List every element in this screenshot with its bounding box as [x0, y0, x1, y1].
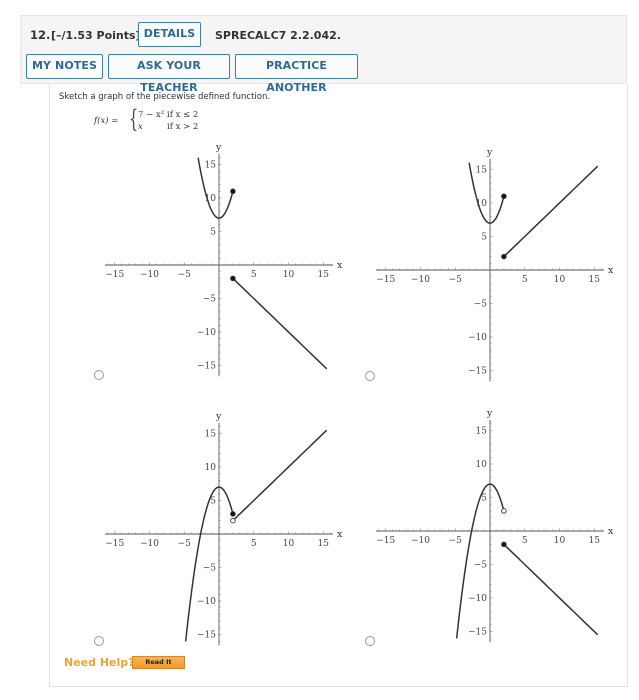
x-axis-label: x — [337, 260, 343, 271]
radio-option-3[interactable] — [94, 636, 104, 646]
y-tick-label: −15 — [197, 362, 216, 372]
x-tick-label: 5 — [522, 275, 528, 285]
y-tick-label: 15 — [476, 166, 488, 176]
closed-endpoint — [501, 253, 507, 260]
y-tick-label: −5 — [474, 561, 488, 571]
y-tick-label: −15 — [468, 628, 487, 638]
x-tick-label: 5 — [251, 539, 257, 549]
y-tick-label: −15 — [468, 367, 487, 377]
x-tick-label: 10 — [283, 270, 295, 280]
y-tick-label: 15 — [205, 161, 217, 171]
graph-option-1: −15 −10 −5 5 10 15 −15 −10 −5 5 10 15 x y −15 −10 −5 5 10 1… — [105, 142, 614, 646]
y-axis-label: y — [486, 147, 493, 158]
x-tick-label: −5 — [178, 270, 192, 280]
x-tick-label: −15 — [376, 536, 395, 546]
x-tick-label: 15 — [318, 270, 330, 280]
x-tick-label: 15 — [589, 536, 601, 546]
radio-option-1[interactable] — [94, 370, 104, 380]
graph-3: −15 −10 −5 5 10 15 −15 −10 −5 5 10 15 x y — [105, 411, 343, 646]
x-tick-label: 5 — [522, 536, 528, 546]
x-tick-label: −15 — [376, 275, 395, 285]
y-tick-label: 15 — [205, 430, 217, 440]
y-tick-label: −10 — [468, 594, 487, 604]
x-tick-label: −5 — [449, 275, 463, 285]
read-it-button[interactable]: Read It — [132, 656, 185, 669]
graph-4: −15 −10 −5 5 10 15 −15 −10 −5 5 10 15 x y — [376, 408, 614, 643]
x-tick-label: 15 — [318, 539, 330, 549]
y-tick-label: −5 — [474, 300, 488, 310]
closed-endpoint — [501, 193, 507, 200]
closed-endpoint — [230, 188, 236, 195]
closed-endpoint — [230, 511, 236, 517]
y-tick-label: −10 — [197, 328, 216, 338]
x-axis-label: x — [608, 526, 614, 537]
y-tick-label: 5 — [481, 233, 487, 243]
y-axis-label: y — [215, 142, 222, 153]
y-tick-label: 5 — [210, 228, 216, 238]
graph-1: −15 −10 −5 5 10 15−15−10−551015xy — [105, 142, 343, 377]
curve-piece-2 — [503, 543, 599, 636]
radio-option-2[interactable] — [365, 371, 375, 381]
y-tick-label: −5 — [203, 295, 217, 305]
y-tick-label: 5 — [210, 497, 216, 507]
y-tick-label: 15 — [476, 427, 488, 437]
x-tick-label: 10 — [283, 539, 295, 549]
y-tick-label: 5 — [481, 494, 487, 504]
y-tick-label: 10 — [476, 460, 488, 470]
closed-endpoint — [230, 275, 236, 282]
curve-piece-2 — [232, 277, 328, 370]
x-tick-label: 15 — [589, 275, 601, 285]
x-tick-label: −5 — [178, 539, 192, 549]
x-tick-label: −15 — [105, 270, 124, 280]
x-tick-label: 10 — [554, 275, 566, 285]
y-tick-label: −10 — [197, 597, 216, 607]
graph-2: −15 −10 −5 5 10 15−15−10−551015xy — [376, 147, 614, 382]
y-tick-label: −5 — [203, 564, 217, 574]
curve-piece-2 — [503, 165, 599, 258]
y-tick-label: −10 — [468, 333, 487, 343]
x-tick-label: 5 — [251, 270, 257, 280]
x-tick-label: −5 — [449, 536, 463, 546]
x-tick-label: 10 — [554, 536, 566, 546]
curve-piece-2 — [232, 429, 328, 522]
y-tick-label: −15 — [197, 631, 216, 641]
x-tick-label: −10 — [411, 536, 430, 546]
x-tick-label: −15 — [105, 539, 124, 549]
x-tick-label: −10 — [140, 270, 159, 280]
x-tick-label: −10 — [411, 275, 430, 285]
open-endpoint — [501, 508, 507, 514]
x-axis-label: x — [337, 529, 343, 540]
x-axis-label: x — [608, 265, 614, 276]
closed-endpoint — [501, 541, 507, 548]
radio-option-4[interactable] — [365, 636, 375, 646]
open-endpoint — [230, 517, 236, 524]
x-tick-label: −10 — [140, 539, 159, 549]
need-help-label: Need Help? — [64, 656, 135, 669]
y-axis-label: y — [215, 411, 222, 422]
y-tick-label: 10 — [205, 463, 217, 473]
y-axis-label: y — [486, 408, 493, 419]
